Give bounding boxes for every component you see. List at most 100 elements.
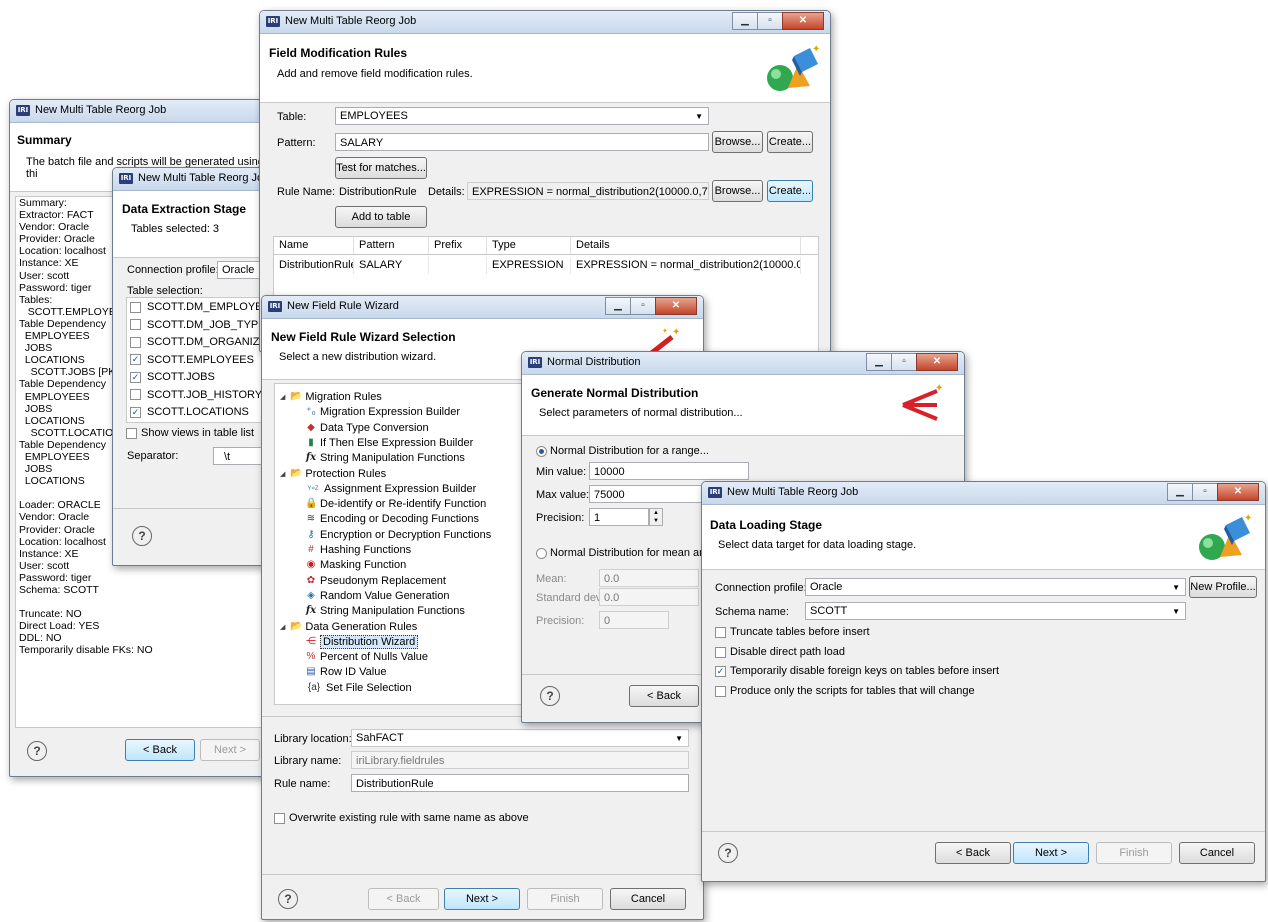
table-list-item[interactable]: SCOTT.DM_EMPLOYEE_ (130, 301, 263, 313)
back-button[interactable]: < Back (935, 842, 1011, 864)
tree-item[interactable]: ≋ Encoding or Decoding Functions (305, 513, 479, 525)
table-checkbox[interactable]: ✓ (130, 406, 141, 418)
precision-spinner[interactable]: ▲ ▼ (649, 508, 663, 526)
title-bar[interactable]: IRI New Multi Table Reorg Job ▁ ▫ ✕ (702, 482, 1265, 505)
expand-triangle-icon[interactable]: ◢ (280, 624, 285, 631)
help-icon[interactable]: ? (278, 889, 298, 909)
add-to-table-button[interactable]: Add to table (335, 206, 427, 228)
tree-item[interactable]: 🔒 De-identify or Re-identify Function (305, 498, 486, 510)
rule-name-input[interactable]: DistributionRule (351, 774, 689, 792)
tree-item[interactable]: ◈ Random Value Generation (305, 590, 449, 602)
table-cell[interactable]: SALARY (354, 257, 429, 274)
minimize-icon[interactable]: ▁ (605, 297, 631, 315)
back-button[interactable]: < Back (368, 888, 439, 910)
title-bar[interactable]: IRI Normal Distribution ▁ ▫ ✕ (522, 352, 964, 375)
create-button[interactable]: Create... (767, 131, 813, 153)
table-combo[interactable]: EMPLOYEES ▼ (335, 107, 709, 125)
column-header-name[interactable]: Name (274, 237, 354, 254)
title-bar[interactable]: IRI New Multi Table Reorg Job (113, 168, 263, 191)
test-matches-button[interactable]: Test for matches... (335, 157, 427, 179)
tree-item[interactable]: ▮ If Then Else Expression Builder (305, 437, 473, 449)
back-button[interactable]: < Back (125, 739, 195, 761)
column-header-details[interactable]: Details (571, 237, 801, 254)
finish-button[interactable]: Finish (527, 888, 603, 910)
back-button[interactable]: < Back (629, 685, 699, 707)
close-icon[interactable]: ✕ (1217, 483, 1259, 501)
overwrite-checkbox[interactable] (274, 813, 285, 824)
table-cell[interactable] (429, 257, 487, 274)
mean-radio[interactable] (536, 548, 547, 559)
minimize-icon[interactable]: ▁ (732, 12, 758, 30)
table-checkbox[interactable] (130, 389, 141, 401)
tree-item[interactable]: ◉ Masking Function (305, 559, 407, 571)
tree-item[interactable]: ⋲ Distribution Wizard (305, 634, 419, 649)
table-list-item[interactable]: ✓ SCOTT.JOBS (130, 371, 215, 383)
table-cell[interactable]: EXPRESSION (487, 257, 571, 274)
finish-button[interactable]: Finish (1096, 842, 1172, 864)
help-icon[interactable]: ? (718, 843, 738, 863)
tree-item[interactable]: {a} Set File Selection (305, 682, 412, 694)
connection-profile-combo[interactable]: Oracle (217, 261, 263, 279)
expand-triangle-icon[interactable]: ◢ (280, 394, 285, 401)
option-checkbox[interactable]: ✓ (715, 666, 726, 677)
table-checkbox[interactable] (130, 301, 141, 313)
tree-item[interactable]: ◢ 📂 Migration Rules (280, 391, 382, 403)
connection-profile-combo[interactable]: Oracle ▼ (805, 578, 1186, 596)
close-icon[interactable]: ✕ (916, 353, 958, 371)
maximize-icon[interactable]: ▫ (630, 297, 656, 315)
tree-item[interactable]: ◢ 📂 Protection Rules (280, 468, 386, 480)
pattern-input[interactable]: SALARY (335, 133, 709, 151)
table-cell[interactable]: DistributionRule (274, 257, 354, 274)
separator-input[interactable]: \t (213, 447, 263, 465)
column-header-type[interactable]: Type (487, 237, 571, 254)
table-checkbox[interactable] (130, 336, 141, 348)
table-cell[interactable]: EXPRESSION = normal_distribution2(10000.… (571, 257, 801, 274)
browse-details-button[interactable]: Browse... (712, 180, 763, 202)
table-list-item[interactable]: ✓ SCOTT.LOCATIONS (130, 406, 249, 418)
table-list-item[interactable]: SCOTT.DM_JOB_TYPES (130, 319, 263, 331)
show-views-checkbox[interactable] (126, 428, 137, 439)
cancel-button[interactable]: Cancel (610, 888, 686, 910)
title-bar[interactable]: IRI New Field Rule Wizard ▁ ▫ ✕ (262, 296, 703, 319)
minimize-icon[interactable]: ▁ (1167, 483, 1193, 501)
help-icon[interactable]: ? (132, 526, 152, 546)
table-list-item[interactable]: ✓ SCOTT.EMPLOYEES (130, 354, 254, 366)
next-button[interactable]: Next > (1013, 842, 1089, 864)
title-bar[interactable]: IRI New Multi Table Reorg Job ▁ ▫ ✕ (260, 11, 830, 34)
table-checkbox[interactable]: ✓ (130, 371, 141, 383)
create-details-button[interactable]: Create... (767, 180, 813, 202)
library-location-combo[interactable]: SahFACT ▼ (351, 729, 689, 747)
browse-button[interactable]: Browse... (712, 131, 763, 153)
close-icon[interactable]: ✕ (655, 297, 697, 315)
range-radio[interactable] (536, 446, 547, 457)
tree-item[interactable]: % Percent of Nulls Value (305, 651, 428, 663)
tree-item[interactable]: fx String Manipulation Functions (305, 605, 465, 617)
maximize-icon[interactable]: ▫ (891, 353, 917, 371)
tree-item[interactable]: ✿ Pseudonym Replacement (305, 575, 446, 587)
close-icon[interactable]: ✕ (782, 12, 824, 30)
next-button[interactable]: Next > (200, 739, 260, 761)
table-list-item[interactable]: SCOTT.JOB_HISTORY (130, 389, 262, 401)
tree-item[interactable]: ◆ Data Type Conversion (305, 422, 429, 434)
help-icon[interactable]: ? (540, 686, 560, 706)
new-profile-button[interactable]: New Profile... (1189, 576, 1257, 598)
cancel-button[interactable]: Cancel (1179, 842, 1255, 864)
option-checkbox[interactable] (715, 646, 726, 658)
help-icon[interactable]: ? (27, 741, 47, 761)
tree-item[interactable]: ◢ 📂 Data Generation Rules (280, 621, 417, 633)
table-list[interactable]: SCOTT.DM_EMPLOYEE_ SCOTT.DM_JOB_TYPES SCOT… (126, 297, 263, 423)
maximize-icon[interactable]: ▫ (1192, 483, 1218, 501)
minimize-icon[interactable]: ▁ (866, 353, 892, 371)
precision-input[interactable]: 1 (589, 508, 649, 526)
table-checkbox[interactable]: ✓ (130, 354, 141, 366)
expand-triangle-icon[interactable]: ◢ (280, 471, 285, 478)
tree-item[interactable]: ⁺₀ Migration Expression Builder (305, 406, 460, 418)
table-checkbox[interactable] (130, 319, 141, 331)
tree-item[interactable]: fx String Manipulation Functions (305, 452, 465, 464)
option-checkbox[interactable] (715, 627, 726, 638)
tree-item[interactable]: # Hashing Functions (305, 544, 411, 556)
tree-item[interactable]: Y=Z Assignment Expression Builder (305, 483, 476, 495)
option-checkbox[interactable] (715, 685, 726, 697)
tree-item[interactable]: ⚷ Encryption or Decryption Functions (305, 529, 491, 541)
column-header-pattern[interactable]: Pattern (354, 237, 429, 254)
